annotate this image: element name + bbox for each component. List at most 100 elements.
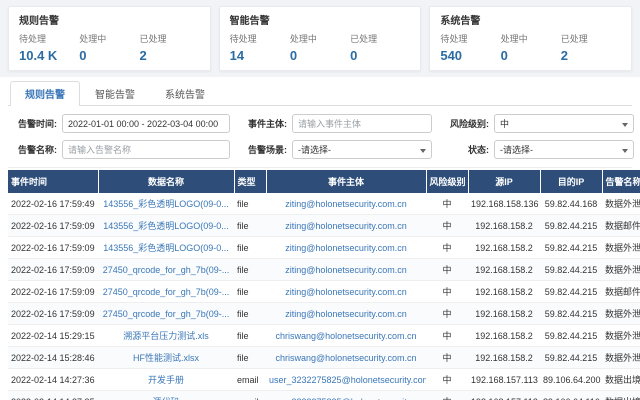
data-name-link[interactable]: 27450_qrcode_for_gh_7b(09-... [98,258,234,281]
stat-value: 0 [289,48,298,63]
table-row: 2022-02-14 14:27:36 开发手册 email user_3232275… [8,368,640,391]
subject-link[interactable]: user_3232275825@holonetsecurity.com.cn [266,390,426,400]
type-cell: file [234,193,266,215]
type-cell: email [234,368,266,391]
main-panel: 规则告警 智能告警 系统告警 告警时间: 事件主体: 风险级别: 中 [0,77,640,400]
table-row: 2022-02-14 15:28:46 HF性能测试.xlsx file chrisw… [8,346,640,369]
alert-name-cell: 数据外泄 [602,193,640,215]
stat-processing: 处理中 0 [501,32,561,63]
stat-card-title: 系统告警 [440,16,481,27]
dest-ip-cell: 59.82.44.215 [540,280,602,303]
data-name-link[interactable]: 143556_彩色透明LOGO(09-0... [98,236,234,259]
event-time-cell: 2022-02-16 17:59:09 [8,280,98,303]
alert-name-input[interactable] [62,140,230,159]
type-cell: file [234,324,266,347]
table-row: 2022-02-16 17:59:49 143556_彩色透明LOGO(09-0.… [8,193,640,215]
chevron-down-icon [420,149,426,153]
alert-name-cell: 数据出境 [602,368,640,391]
dest-ip-cell: 59.82.44.215 [540,258,602,281]
stat-processed: 已处理 2 [561,32,621,63]
tab-smart-alerts[interactable]: 智能告警 [80,81,150,106]
stat-value: 0 [500,48,508,63]
subject-link[interactable]: ziting@holonetsecurity.com.cn [266,280,426,303]
event-time-cell: 2022-02-16 17:59:09 [8,302,98,325]
status-select[interactable]: -请选择- [494,140,634,159]
event-time-cell: 2022-02-16 17:59:09 [8,258,98,281]
subject-link[interactable]: ziting@holonetsecurity.com.cn [266,302,426,325]
stat-value: 540 [440,48,463,63]
header-dest-ip: 目的IP [540,170,603,193]
stat-label: 处理中 [500,34,528,44]
event-time-cell: 2022-02-16 17:59:09 [8,236,98,259]
stat-card-title: 智能告警 [229,16,270,27]
alert-name-cell: 数据外泄 [602,258,640,281]
data-name-link[interactable]: HF性能测试.xlsx [98,346,234,369]
data-name-link[interactable]: 27450_qrcode_for_gh_7b(09-... [98,302,234,325]
data-name-link[interactable]: 开发手册 [98,368,234,391]
risk-level-cell: 中 [426,214,468,237]
risk-level-cell: 中 [426,346,468,369]
tab-bar: 规则告警 智能告警 系统告警 [8,81,632,106]
alert-time-input[interactable] [62,114,230,133]
risk-level-cell: 中 [426,280,468,303]
header-event-subject: 事件主体 [266,170,427,193]
subject-link[interactable]: ziting@holonetsecurity.com.cn [266,193,426,215]
type-cell: file [234,258,266,281]
stat-value: 10.4 K [19,48,58,63]
subject-link[interactable]: chriswang@holonetsecurity.com.cn [266,346,426,369]
stat-value: 2 [139,48,147,63]
alert-scene-select[interactable]: -请选择- [292,140,432,159]
source-ip-cell: 192.168.158.2 [468,346,540,369]
type-cell: file [234,280,266,303]
subject-link[interactable]: ziting@holonetsecurity.com.cn [266,258,426,281]
risk-level-cell: 中 [426,390,468,400]
dest-ip-cell: 59.82.44.215 [540,302,602,325]
subject-link[interactable]: ziting@holonetsecurity.com.cn [266,214,426,237]
source-ip-cell: 192.168.158.2 [468,236,540,259]
header-type: 类型 [234,170,267,193]
type-cell: email [234,390,266,400]
table-row: 2022-02-16 17:59:09 143556_彩色透明LOGO(09-0.… [8,236,640,259]
source-ip-cell: 192.168.158.2 [468,302,540,325]
subject-link[interactable]: user_3232275825@holonetsecurity.com.cn [266,368,426,391]
data-name-link[interactable]: 143556_彩色透明LOGO(09-0... [98,193,234,215]
table-row: 2022-02-16 17:59:09 27450_qrcode_for_gh_7… [8,302,640,325]
stat-label: 处理中 [289,34,317,44]
subject-link[interactable]: ziting@holonetsecurity.com.cn [266,236,426,259]
filter-form: 告警时间: 事件主体: 风险级别: 中 告警名称: 告警场景: [8,106,634,168]
risk-level-select[interactable]: 中 [494,114,634,133]
data-name-link[interactable]: 143556_彩色透明LOGO(09-0... [98,214,234,237]
data-name-link[interactable]: 溯源平台压力测试.xls [98,324,234,347]
dest-ip-cell: 59.82.44.215 [540,324,602,347]
stat-label: 已处理 [139,34,167,44]
stat-card-rule-alerts: 规则告警 待处理 10.4 K 处理中 0 已处理 2 [8,6,211,71]
alert-table-body: 2022-02-16 17:59:49 143556_彩色透明LOGO(09-0.… [8,193,640,400]
subject-link[interactable]: chriswang@holonetsecurity.com.cn [266,324,426,347]
data-name-link[interactable]: 源代码 [98,390,234,400]
alert-name-cell: 数据邮件发送至竞... [602,280,640,303]
data-name-link[interactable]: 27450_qrcode_for_gh_7b(09-... [98,280,234,303]
table-header-row: 事件时间 数据名称 类型 事件主体 风险级别 源IP 目的IP 告警名称 [8,170,640,193]
event-subject-label: 事件主体: [248,119,287,129]
tab-system-alerts[interactable]: 系统告警 [150,81,220,106]
type-cell: file [234,302,266,325]
event-time-cell: 2022-02-16 17:59:09 [8,214,98,237]
stat-card-smart-alerts: 智能告警 待处理 14 处理中 0 已处理 0 [218,6,422,71]
dest-ip-cell: 89.106.64.116 [540,390,602,400]
stat-pending: 待处理 540 [440,32,500,63]
type-cell: file [234,214,266,237]
source-ip-cell: 192.168.158.2 [468,258,540,281]
stat-processing: 处理中 0 [290,32,350,63]
event-subject-input[interactable] [292,114,432,133]
header-data-name: 数据名称 [98,170,235,193]
tab-rule-alerts[interactable]: 规则告警 [10,81,80,106]
risk-level-selected-value: 中 [500,119,510,129]
stat-label: 待处理 [229,34,257,44]
stat-card-system-alerts: 系统告警 待处理 540 处理中 0 已处理 2 [429,6,633,71]
alert-table: 事件时间 数据名称 类型 事件主体 风险级别 源IP 目的IP 告警名称 202… [8,170,640,400]
stat-value: 14 [229,48,245,63]
stat-pending: 待处理 14 [230,32,290,63]
risk-level-cell: 中 [426,324,468,347]
dest-ip-cell: 59.82.44.215 [540,214,602,237]
dest-ip-cell: 59.82.44.215 [540,236,602,259]
